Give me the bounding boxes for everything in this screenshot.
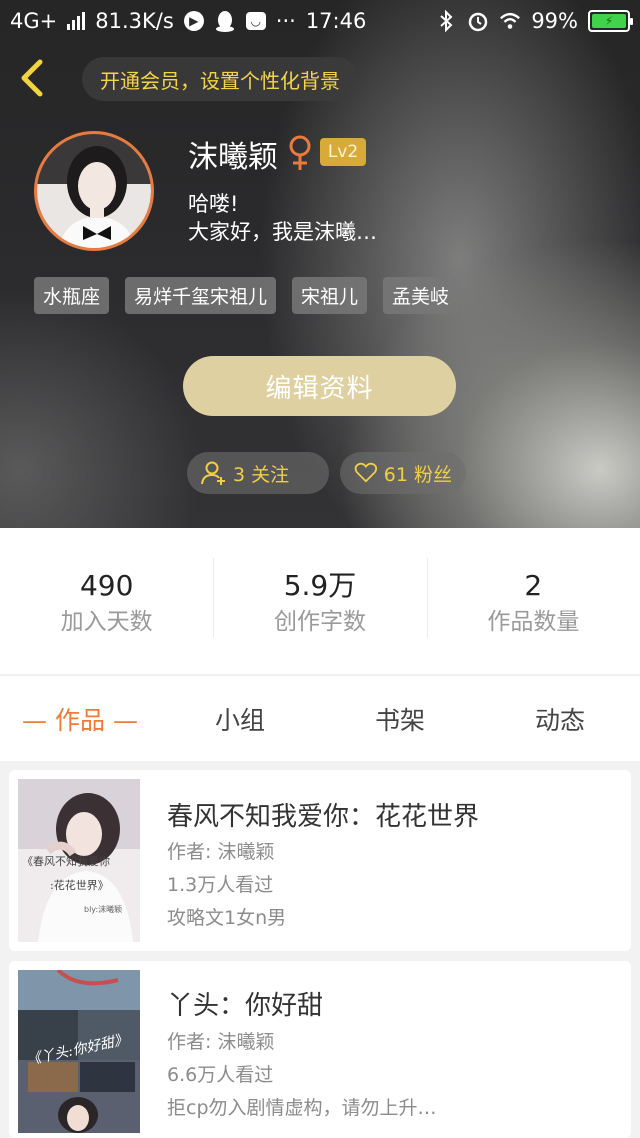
tag-item[interactable]: 易烊千玺宋祖儿: [125, 277, 277, 314]
work-cover: 《春风不知我爱你 :花花世界》 bly:沫曦颖: [18, 779, 140, 942]
stat-label: 创作字数: [273, 609, 366, 635]
qq-icon: [214, 10, 236, 32]
stat-label: 作品数量: [487, 609, 580, 635]
heart-icon: [354, 462, 378, 483]
add-user-icon: [201, 461, 225, 485]
edit-profile-button[interactable]: 编辑资料: [183, 356, 456, 416]
profile-header: 4G+ 81.3K/s ▶ ◡ ··· 17:46 99% ⚡ 开通会员，设置个…: [0, 0, 640, 528]
status-left: 4G+ 81.3K/s ▶ ◡ ··· 17:46: [10, 9, 366, 33]
stat-works: 2 作品数量: [426, 558, 640, 639]
bio-line-1: 哈喽!: [188, 192, 239, 216]
tag-item[interactable]: 宋祖儿: [292, 277, 368, 314]
chevron-left-icon: [21, 59, 43, 97]
bio-line-2: 大家好，我是沫曦…: [188, 220, 377, 244]
cover-author: bly:沫曦颖: [84, 904, 122, 914]
avatar-image: [37, 134, 151, 248]
tag-list: 水瓶座 易烊千玺宋祖儿 宋祖儿 孟美岐: [34, 277, 459, 314]
network-speed: 81.3K/s: [95, 9, 174, 33]
work-author: 作者: 沫曦颖: [167, 1031, 275, 1053]
stat-value: 490: [79, 569, 134, 602]
work-views: 6.6万人看过: [167, 1064, 274, 1086]
fans-button[interactable]: 61 粉丝: [340, 452, 466, 494]
alarm-icon: [467, 10, 489, 32]
back-button[interactable]: [14, 56, 54, 100]
stat-value: 2: [524, 569, 543, 602]
female-icon: [286, 134, 314, 174]
work-author: 作者: 沫曦颖: [167, 841, 275, 863]
stat-words: 5.9万 创作字数: [213, 558, 426, 639]
stats-bar: 490 加入天数 5.9万 创作字数 2 作品数量: [0, 528, 640, 674]
cover-title-1: 《春风不知我爱你: [22, 854, 110, 868]
battery-percent: 99%: [531, 9, 578, 33]
avatar[interactable]: [34, 131, 154, 251]
tab-groups[interactable]: 小组: [160, 701, 320, 737]
bio: 哈喽! 大家好，我是沫曦…: [188, 190, 377, 246]
media-icon: ▶: [183, 11, 204, 31]
following-label: 3 关注: [233, 463, 290, 486]
work-views: 1.3万人看过: [167, 874, 274, 896]
following-button[interactable]: 3 关注: [187, 452, 329, 494]
work-cover: 《丫头:你好甜》: [18, 970, 140, 1133]
work-card[interactable]: 《春风不知我爱你 :花花世界》 bly:沫曦颖 春风不知我爱你：花花世界 作者:…: [9, 770, 631, 951]
status-right: 99% ⚡: [435, 9, 633, 33]
tag-item[interactable]: 孟美岐: [383, 277, 459, 314]
tab-bookshelf[interactable]: 书架: [320, 701, 480, 737]
tab-activity[interactable]: 动态: [480, 701, 640, 737]
cover-title-2: :花花世界》: [50, 879, 109, 892]
tab-works[interactable]: — 作品 —: [0, 701, 160, 737]
battery-icon: ⚡: [588, 10, 633, 32]
stat-value: 5.9万: [283, 569, 357, 602]
more-notifications: ···: [275, 9, 296, 33]
profile-tabs: — 作品 — 小组 书架 动态: [0, 675, 640, 761]
wifi-icon: [499, 10, 521, 32]
work-title: 丫头：你好甜: [167, 991, 324, 1021]
username: 沫曦颖: [188, 140, 278, 175]
level-badge: Lv2: [320, 138, 366, 166]
work-title: 春风不知我爱你：花花世界: [167, 802, 480, 832]
bluetooth-icon: [435, 10, 457, 32]
work-card[interactable]: 《丫头:你好甜》 丫头：你好甜 作者: 沫曦颖 6.6万人看过 拒cp勿入剧情虚…: [9, 961, 631, 1138]
fans-label: 61 粉丝: [383, 463, 452, 486]
signal-icon: [67, 12, 86, 30]
tag-item[interactable]: 水瓶座: [34, 277, 110, 314]
vip-background-button[interactable]: 开通会员，设置个性化背景: [82, 57, 358, 101]
stat-days: 490 加入天数: [0, 563, 213, 639]
status-bar: 4G+ 81.3K/s ▶ ◡ ··· 17:46 99% ⚡: [0, 0, 640, 42]
stat-label: 加入天数: [60, 609, 153, 635]
clock: 17:46: [305, 9, 367, 33]
work-description: 拒cp勿入剧情虚构，请勿上升…: [167, 1097, 437, 1119]
work-description: 攻略文1女n男: [167, 907, 287, 929]
network-type: 4G+: [10, 9, 58, 33]
message-icon: ◡: [245, 12, 266, 30]
